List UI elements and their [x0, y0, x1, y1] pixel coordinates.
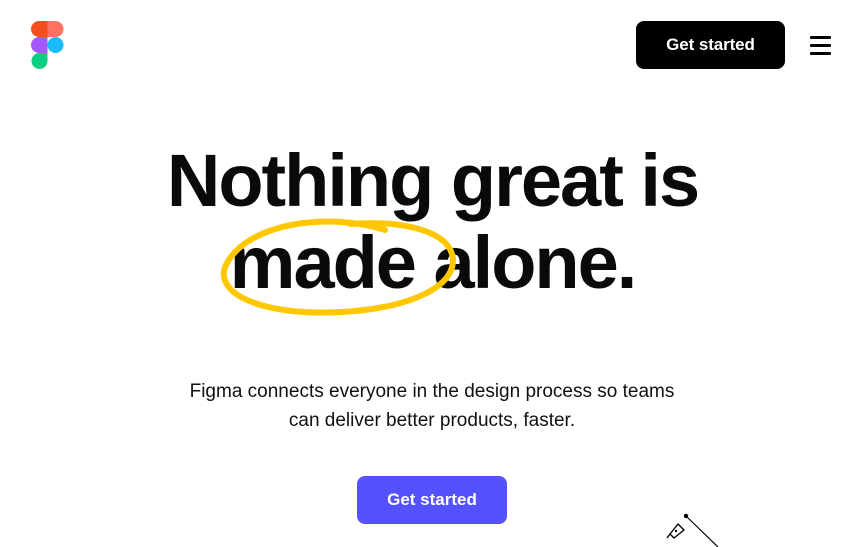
menu-bar	[810, 52, 831, 55]
headline-line-1: Nothing great is	[166, 139, 700, 222]
figma-logo-icon[interactable]	[31, 21, 64, 69]
header-get-started-button[interactable]: Get started	[636, 21, 785, 69]
headline-line-2: made alone.	[0, 218, 865, 316]
page: Get started Nothing great is made alone.…	[0, 0, 865, 547]
hero-headline: Nothing great is made alone.	[0, 139, 865, 316]
menu-bar	[810, 36, 831, 39]
figma-logo-svg	[31, 21, 64, 69]
site-header: Get started	[0, 0, 865, 90]
highlighted-word: made	[220, 218, 456, 316]
pen-tool-svg	[666, 513, 719, 547]
headline-line-2-rest: alone.	[433, 221, 638, 304]
hamburger-menu-icon[interactable]	[808, 33, 833, 57]
pen-tool-icon	[664, 512, 724, 547]
hero-get-started-button[interactable]: Get started	[357, 476, 507, 524]
hero-subtitle: Figma connects everyone in the design pr…	[189, 381, 675, 431]
highlight-text: made	[229, 221, 417, 304]
menu-bar	[810, 44, 831, 47]
